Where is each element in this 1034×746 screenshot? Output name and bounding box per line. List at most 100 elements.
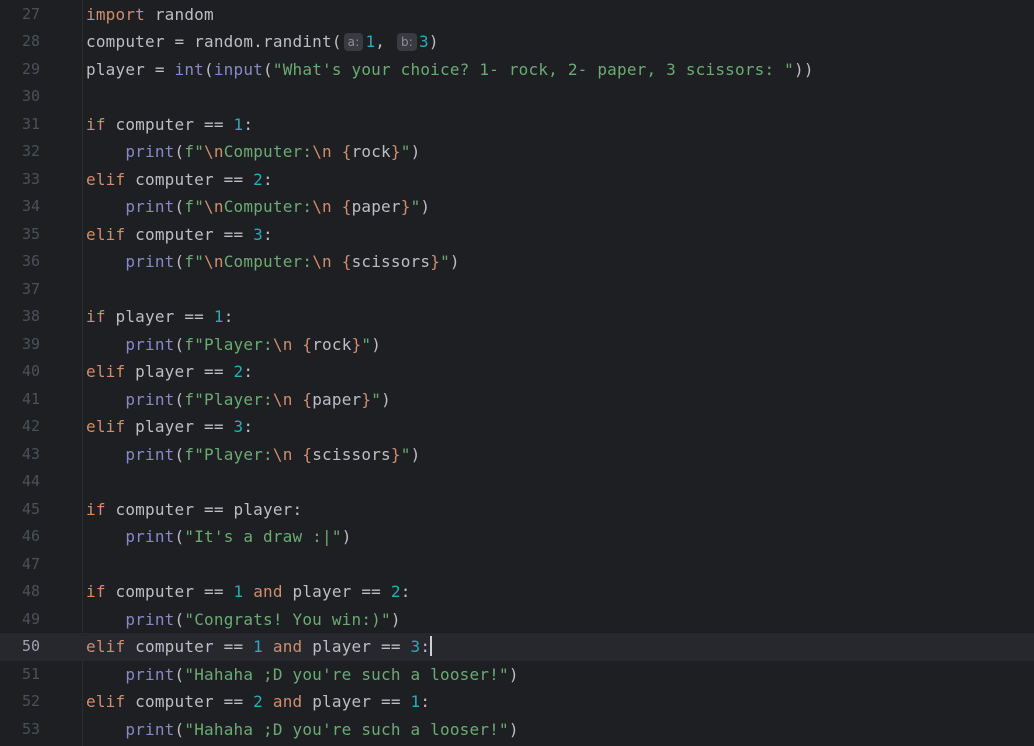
code-token: print: [125, 609, 175, 629]
code-line[interactable]: 41 print(f"Player:\n {paper}"): [0, 386, 1034, 414]
code-text[interactable]: print(f"Player:\n {scissors}"): [86, 441, 420, 469]
code-text[interactable]: elif player == 2:: [86, 358, 253, 386]
code-line[interactable]: 42 elif player == 3:: [0, 413, 1034, 441]
code-text[interactable]: elif player == 3:: [86, 413, 253, 441]
line-number: 29: [21, 59, 40, 78]
code-text[interactable]: computer = random.randint(a: 1, b: 3): [86, 28, 439, 56]
code-token: 3: [233, 417, 244, 436]
code-token: ": [400, 444, 411, 464]
code-line[interactable]: 46 print("It's a draw :|"): [0, 523, 1034, 551]
code-line[interactable]: 53 print("Hahaha ;D you're such a looser…: [0, 716, 1034, 744]
code-text[interactable]: print(f"\nComputer:\n {scissors}"): [86, 248, 460, 276]
code-line[interactable]: 39 print(f"Player:\n {rock}"): [0, 331, 1034, 359]
code-line[interactable]: 35 elif computer == 3:: [0, 221, 1034, 249]
code-line[interactable]: 32 print(f"\nComputer:\n {rock}"): [0, 138, 1034, 166]
code-line[interactable]: 51 print("Hahaha ;D you're such a looser…: [0, 661, 1034, 689]
line-number: 33: [21, 169, 40, 188]
code-token: scissors: [312, 444, 391, 464]
code-text[interactable]: elif computer == 2 and player == 1:: [86, 688, 430, 716]
code-token: (: [174, 609, 185, 629]
code-text[interactable]: print(f"\nComputer:\n {rock}"): [86, 138, 420, 166]
code-token: (: [174, 389, 185, 409]
code-token: f": [184, 252, 205, 271]
code-token: ": [361, 334, 372, 354]
line-number: 45: [21, 499, 40, 518]
code-line-current[interactable]: 50 elif computer == 1 and player == 3:: [0, 633, 1034, 661]
code-token: :: [420, 637, 431, 656]
code-token: "It's a draw :|": [184, 527, 342, 546]
code-text[interactable]: print(f"Player:\n {paper}"): [86, 386, 391, 414]
code-line[interactable]: 44: [0, 468, 1034, 496]
code-text[interactable]: import random: [86, 1, 214, 29]
code-line[interactable]: 33 elif computer == 2:: [0, 166, 1034, 194]
code-line[interactable]: 45 if computer == player:: [0, 496, 1034, 524]
code-token: computer ==: [125, 224, 254, 244]
code-text[interactable]: print("Hahaha ;D you're such a looser!"): [86, 661, 519, 689]
code-token: if: [86, 499, 106, 519]
code-token: paper: [312, 389, 362, 409]
code-text[interactable]: elif computer == 2:: [86, 166, 273, 194]
code-line[interactable]: 34 print(f"\nComputer:\n {paper}"): [0, 193, 1034, 221]
code-token: player ==: [105, 307, 214, 326]
code-token: print: [125, 197, 175, 216]
code-line[interactable]: 40 elif player == 2:: [0, 358, 1034, 386]
code-token: {: [341, 142, 352, 161]
code-line[interactable]: 37: [0, 276, 1034, 304]
code-text[interactable]: print(f"\nComputer:\n {paper}"): [86, 193, 430, 221]
code-token: Computer:: [223, 252, 313, 271]
code-text[interactable]: print("Congrats! You win:)"): [86, 606, 401, 634]
code-text[interactable]: elif computer == 1 and player == 3:: [86, 633, 433, 661]
code-token: (: [174, 527, 185, 546]
code-line[interactable]: 47: [0, 551, 1034, 579]
code-token: ": [440, 252, 450, 271]
code-token: :: [243, 417, 254, 436]
code-token: 2: [390, 582, 401, 601]
code-token: (: [263, 59, 273, 79]
line-number: 47: [21, 554, 40, 573]
code-token: ): [449, 252, 460, 271]
code-token: \n: [272, 389, 293, 409]
code-token: 2: [253, 169, 264, 189]
code-line[interactable]: 31 if computer == 1:: [0, 111, 1034, 139]
code-line[interactable]: 49 print("Congrats! You win:)"): [0, 606, 1034, 634]
code-token: elif: [86, 169, 126, 189]
code-line[interactable]: 28 computer = random.randint(a: 1, b: 3): [0, 28, 1034, 56]
text-caret: [430, 636, 433, 656]
code-text[interactable]: if computer == 1:: [86, 111, 253, 139]
code-token: ,: [375, 32, 395, 51]
code-text[interactable]: print("Hahaha ;D you're such a looser!"): [86, 716, 519, 744]
code-token: print: [125, 252, 175, 271]
code-token: {: [302, 334, 313, 354]
line-number: 44: [21, 472, 40, 490]
code-token: elif: [86, 417, 126, 436]
code-token: ): [390, 609, 401, 629]
code-token: ": [371, 389, 382, 409]
code-line[interactable]: 43 print(f"Player:\n {scissors}"): [0, 441, 1034, 469]
code-text[interactable]: print(f"Player:\n {rock}"): [86, 331, 381, 359]
code-text[interactable]: player = int(input("What's your choice? …: [86, 56, 814, 84]
code-token: if: [86, 307, 106, 326]
code-line[interactable]: 27 import random: [0, 1, 1034, 29]
code-token: }: [390, 444, 401, 464]
code-token: Computer:: [223, 197, 313, 216]
code-text[interactable]: print("It's a draw :|"): [86, 523, 352, 551]
code-line[interactable]: 52 elif computer == 2 and player == 1:: [0, 688, 1034, 716]
code-line[interactable]: 29 player = int(input("What's your choice…: [0, 56, 1034, 84]
code-text[interactable]: if player == 1:: [86, 303, 234, 331]
code-line[interactable]: 38 if player == 1:: [0, 303, 1034, 331]
line-number: 36: [21, 252, 40, 270]
code-line[interactable]: 30: [0, 83, 1034, 111]
code-text[interactable]: if computer == player:: [86, 496, 302, 524]
line-number: 42: [21, 417, 40, 435]
code-token: elif: [86, 692, 126, 711]
code-text[interactable]: elif computer == 3:: [86, 221, 273, 249]
code-text[interactable]: if computer == 1 and player == 2:: [86, 578, 411, 606]
line-number: 27: [21, 4, 40, 23]
line-number: 38: [21, 307, 40, 325]
code-line[interactable]: 48 if computer == 1 and player == 2:: [0, 578, 1034, 606]
code-line[interactable]: 36 print(f"\nComputer:\n {scissors}"): [0, 248, 1034, 276]
code-editor[interactable]: 27 import random 28 computer = random.randi…: [0, 0, 1034, 746]
